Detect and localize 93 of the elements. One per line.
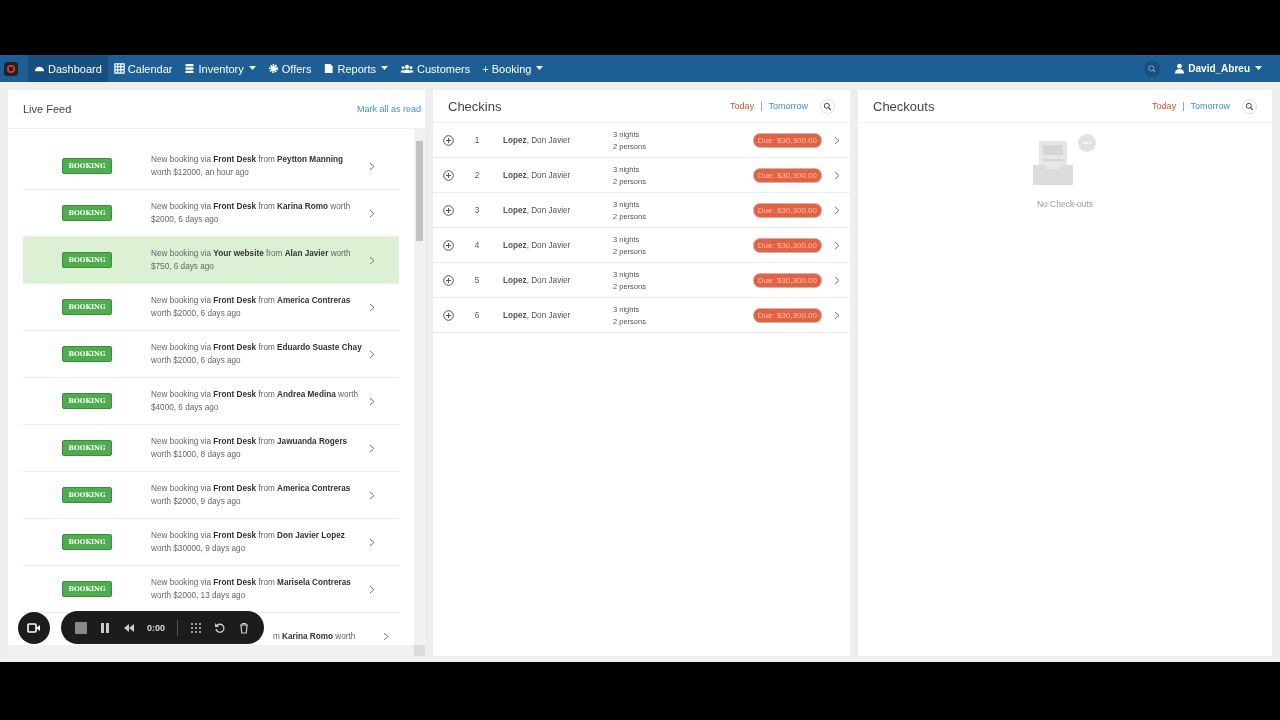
feed-text: New booking via Front Desk from Eduardo Suaste Chay worth $2000, 6 days ago [151,342,363,367]
chevron-icon[interactable] [834,170,840,180]
scrollbar-corner [414,645,425,656]
guest-name: Lopez, Don Javier [503,135,572,145]
nav-item[interactable]: Calendar [107,55,179,82]
stop-button[interactable] [75,621,87,634]
logo-icon[interactable] [4,61,18,76]
day-filter-link[interactable]: Tomorrow [768,101,808,111]
feed-text: New booking via Front Desk from America Contreras worth $2000, 6 days ago [151,295,352,320]
day-filter-link[interactable]: Tomorrow [1190,101,1230,111]
caret-icon [1255,66,1262,71]
panel-title: Checkouts [873,98,936,114]
add-icon[interactable] [443,134,454,146]
vertical-scrollbar[interactable] [414,129,425,646]
nav-item[interactable]: + Booking [476,55,550,82]
feed-text: m Karina Romo worth [273,630,357,643]
mark-all-read-link[interactable]: Mark all as read [356,104,421,114]
chevron-icon[interactable] [383,631,389,641]
due-amount-badge: Due: $30,300.00 [752,307,822,323]
calendar-icon [113,63,125,74]
nav-item[interactable]: Inventory [178,55,262,82]
chevron-icon[interactable] [834,240,840,250]
guest-name: Lopez, Don Javier [503,205,572,215]
feed-text: New booking via Front Desk from Marisela Contreras worth $2000, 13 days ago [151,577,352,602]
nav-item[interactable]: Offers [261,55,318,82]
chevron-icon[interactable] [369,161,375,171]
chevron-icon[interactable] [369,490,375,500]
row-number: 2 [473,170,481,180]
row-number: 3 [473,205,481,215]
chevron-icon[interactable] [369,349,375,359]
add-icon[interactable] [443,274,454,286]
user-icon [1174,63,1186,74]
filter-separator: | [1182,101,1185,111]
feed-text: New booking via Front Desk from Peytton Manning worth $12000, an hour ago [151,154,344,179]
guest-name: Lopez, Don Javier [503,170,572,180]
chevron-icon[interactable] [369,302,375,312]
nav-item[interactable]: Customers [394,55,477,82]
add-icon[interactable] [443,204,454,216]
gear-icon [267,63,279,74]
panel-title: Checkins [448,98,503,114]
document-icon [323,63,335,74]
search-icon[interactable] [1144,60,1161,77]
feed-text: New booking via Front Desk from Karina Romo worth $2000, 6 days ago [151,201,352,226]
timer-text: 0:00 [147,622,165,633]
due-amount-badge: Due: $30,300.00 [752,202,822,218]
guest-name: Lopez, Don Javier [503,240,572,250]
users-icon [400,63,414,74]
feed-item[interactable]: m Karina Romo worth [273,613,389,649]
chevron-icon[interactable] [834,205,840,215]
delete-button[interactable] [238,621,250,634]
restart-button[interactable] [214,621,226,634]
due-amount-badge: Due: $30,300.00 [752,167,822,183]
chevron-icon[interactable] [369,443,375,453]
chevron-icon[interactable] [369,584,375,594]
guest-name: Lopez, Don Javier [503,275,572,285]
filter-separator: | [760,101,763,111]
panel-title: Live Feed [23,103,72,115]
nav-item[interactable]: Reports [317,55,394,82]
due-amount-badge: Due: $30,300.00 [752,132,822,148]
empty-state-text: No Check-outs [1036,199,1094,209]
chevron-icon[interactable] [369,208,375,218]
chevron-icon[interactable] [369,537,375,547]
feed-text: New booking via Front Desk from Jawuanda Rogers worth $1000, 8 days ago [151,436,349,461]
row-number: 4 [473,240,481,250]
row-number: 1 [473,135,481,145]
nav-item[interactable]: Dashboard [28,55,108,82]
camera-icon [27,622,41,633]
rewind-button[interactable] [123,621,135,634]
chevron-icon[interactable] [834,310,840,320]
database-icon [184,63,196,74]
user-menu[interactable]: David_Abreu [1168,62,1268,75]
chevron-icon[interactable] [834,135,840,145]
search-icon[interactable] [1242,98,1257,114]
guest-name: Lopez, Don Javier [503,310,572,320]
chevron-icon[interactable] [834,275,840,285]
chevron-icon[interactable] [369,396,375,406]
day-filter-link[interactable]: Today [1152,101,1177,111]
add-icon[interactable] [443,239,454,251]
feed-text: New booking via Front Desk from Don Javier Lopez worth $30000, 9 days ago [151,530,346,555]
day-filter-link[interactable]: Today [730,101,755,111]
search-icon[interactable] [820,98,835,114]
due-amount-badge: Due: $30,300.00 [752,272,822,288]
feed-text: New booking via Front Desk from America Contreras worth $2000, 9 days ago [151,483,352,508]
due-amount-badge: Due: $30,300.00 [752,237,822,253]
add-icon[interactable] [443,309,454,321]
row-number: 6 [473,310,481,320]
pause-button[interactable] [99,621,111,634]
grid-button[interactable] [190,621,202,634]
feed-text: New booking via Your website from Alan Javier worth $750, 6 days ago [151,248,352,273]
feed-text: New booking via Front Desk from Andrea Medina worth $4000, 6 days ago [151,389,360,414]
chevron-icon[interactable] [369,255,375,265]
row-number: 5 [473,275,481,285]
add-icon[interactable] [443,169,454,181]
